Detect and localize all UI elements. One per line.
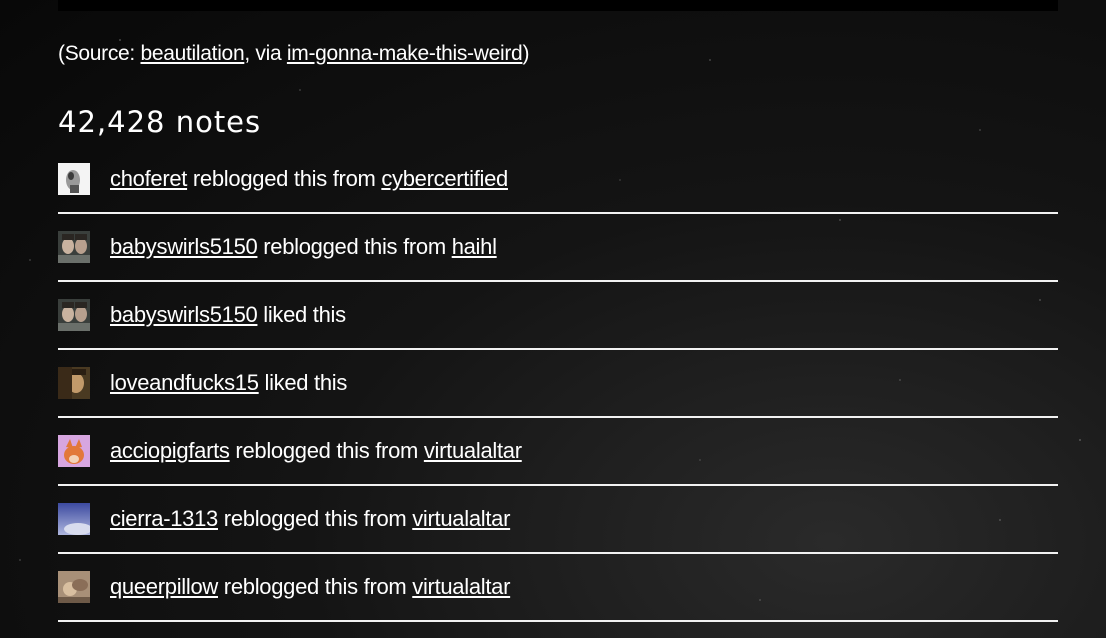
note-item: babyswirls5150 liked this (58, 282, 1058, 350)
source-user-link[interactable]: beautilation (141, 42, 245, 65)
avatar[interactable] (58, 163, 90, 195)
note-item: babyswirls5150 reblogged this from haihl (58, 214, 1058, 282)
note-item: acciopigfarts reblogged this from virtua… (58, 418, 1058, 486)
two-faces-avatar-icon (58, 299, 90, 331)
note-item: loveandfucks15 liked this (58, 350, 1058, 418)
note-text: cierra-1313 reblogged this from virtuala… (110, 505, 510, 533)
note-user-link[interactable]: cierra-1313 (110, 506, 218, 531)
avatar[interactable] (58, 571, 90, 603)
note-from-link[interactable]: virtualaltar (424, 438, 522, 463)
note-action: liked this (257, 302, 346, 327)
note-action: liked this (258, 370, 348, 395)
note-item: queerpillow reblogged this from virtuala… (58, 554, 1058, 622)
avatar[interactable] (58, 503, 90, 535)
note-action: reblogged this from (218, 574, 413, 599)
note-text: choferet reblogged this from cybercertif… (110, 165, 508, 193)
note-text: babyswirls5150 liked this (110, 301, 346, 329)
note-text: loveandfucks15 liked this (110, 369, 347, 397)
source-prefix: (Source: (58, 42, 141, 65)
note-text: queerpillow reblogged this from virtuala… (110, 573, 510, 601)
note-text: acciopigfarts reblogged this from virtua… (110, 437, 522, 465)
note-action: reblogged this from (257, 234, 452, 259)
note-item: choferet reblogged this from cybercertif… (58, 146, 1058, 214)
note-user-link[interactable]: babyswirls5150 (110, 302, 258, 327)
note-user-link[interactable]: choferet (110, 166, 187, 191)
source-suffix: ) (522, 42, 530, 65)
note-user-link[interactable]: queerpillow (110, 574, 218, 599)
note-action: reblogged this from (229, 438, 424, 463)
beige-avatar-icon (58, 571, 90, 603)
source-line: (Source: beautilation, via im-gonna-make… (58, 40, 529, 68)
avatar[interactable] (58, 367, 90, 399)
avatar[interactable] (58, 231, 90, 263)
note-user-link[interactable]: loveandfucks15 (110, 370, 259, 395)
note-from-link[interactable]: virtualaltar (412, 574, 510, 599)
note-action: reblogged this from (217, 506, 413, 531)
note-user-link[interactable]: babyswirls5150 (110, 234, 258, 259)
note-user-link[interactable]: acciopigfarts (110, 438, 230, 463)
note-item: cierra-1313 reblogged this from virtuala… (58, 486, 1058, 554)
notes-count: 42,428 notes (58, 105, 262, 139)
fox-avatar-icon (58, 435, 90, 467)
sky-avatar-icon (58, 503, 90, 535)
note-from-link[interactable]: cybercertified (381, 166, 508, 191)
note-action: reblogged this from (187, 166, 382, 191)
avatar[interactable] (58, 435, 90, 467)
note-text: babyswirls5150 reblogged this from haihl (110, 233, 497, 261)
note-from-link[interactable]: haihl (452, 234, 497, 259)
avatar[interactable] (58, 299, 90, 331)
note-from-link[interactable]: virtualaltar (412, 506, 510, 531)
top-bar (58, 0, 1058, 11)
grayscale-figure-avatar-icon (58, 163, 90, 195)
notes-list: choferet reblogged this from cybercertif… (58, 146, 1058, 622)
via-text: , via (244, 42, 287, 65)
two-faces-avatar-icon (58, 231, 90, 263)
portrait-avatar-icon (58, 367, 90, 399)
via-user-link[interactable]: im-gonna-make-this-weird (287, 42, 523, 65)
